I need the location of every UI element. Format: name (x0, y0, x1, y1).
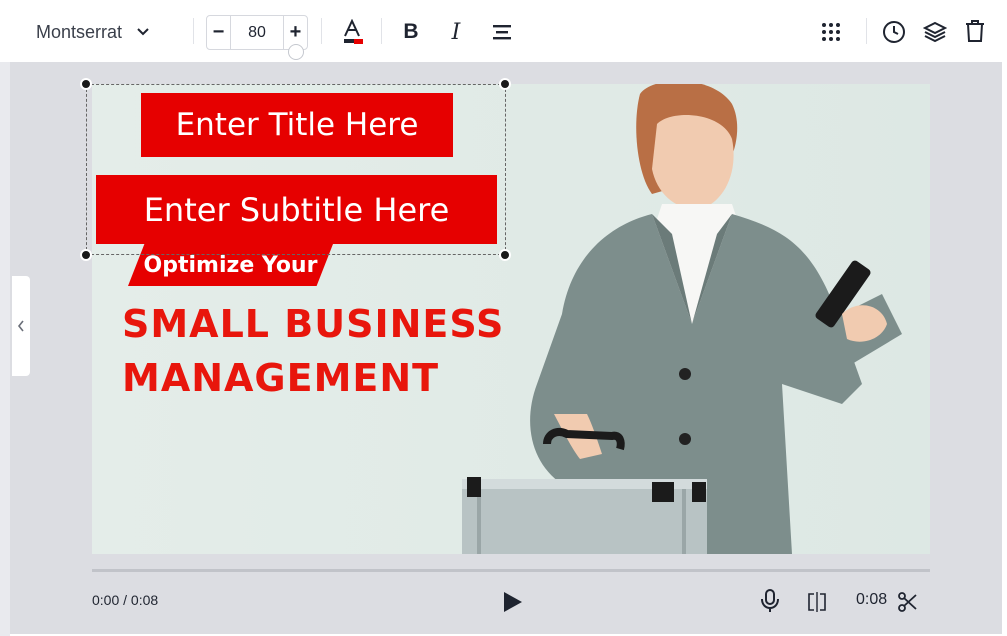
headline-line-1[interactable]: SMALL BUSINESS (122, 302, 504, 346)
font-size-decrement-button[interactable]: − (207, 16, 230, 49)
divider (381, 18, 382, 44)
trash-icon (966, 20, 984, 42)
split-icon (808, 592, 826, 612)
text-toolbar: Montserrat − 80 + B I (0, 0, 1007, 62)
clip-duration: 0:08 (856, 591, 888, 608)
rotate-handle[interactable] (288, 44, 304, 60)
divider (866, 18, 867, 44)
clock-icon (883, 21, 905, 43)
collapse-panel-button[interactable] (12, 276, 30, 376)
font-family-dropdown[interactable]: Montserrat (22, 14, 182, 50)
layers-icon (923, 21, 947, 43)
text-color-button[interactable] (338, 18, 366, 46)
chevron-left-icon (17, 320, 24, 332)
play-icon (504, 592, 522, 612)
resize-handle-bottom-left[interactable] (80, 249, 92, 261)
play-button[interactable] (500, 590, 524, 614)
scissors-icon (898, 592, 917, 612)
divider (321, 18, 322, 44)
left-gutter (0, 62, 10, 636)
font-size-value[interactable]: 80 (230, 16, 284, 49)
divider (193, 18, 194, 44)
delete-button[interactable] (961, 17, 989, 45)
align-button[interactable] (488, 18, 516, 46)
italic-button[interactable]: I (442, 18, 470, 46)
record-voiceover-button[interactable] (759, 588, 781, 614)
timeline-scrubber[interactable] (92, 569, 930, 572)
chevron-down-icon (137, 28, 149, 36)
playback-time: 0:00 / 0:08 (92, 592, 159, 608)
align-center-icon (493, 25, 511, 40)
microphone-icon (761, 589, 779, 612)
timing-button[interactable] (880, 18, 908, 46)
text-color-icon (344, 19, 363, 44)
grid-dots-icon (822, 23, 840, 41)
selection-frame[interactable] (86, 84, 506, 255)
headline-line-2[interactable]: MANAGEMENT (122, 356, 439, 400)
resize-handle-top-right[interactable] (499, 78, 511, 90)
layers-button[interactable] (921, 18, 949, 46)
split-button[interactable] (806, 591, 828, 613)
trim-button[interactable] (898, 592, 918, 612)
resize-handle-top-left[interactable] (80, 78, 92, 90)
resize-handle-bottom-right[interactable] (499, 249, 511, 261)
more-options-button[interactable] (817, 18, 845, 46)
bold-button[interactable]: B (397, 18, 425, 46)
video-editor: Montserrat − 80 + B I Enter Title Here E… (0, 0, 1007, 636)
font-family-label: Montserrat (36, 21, 123, 42)
